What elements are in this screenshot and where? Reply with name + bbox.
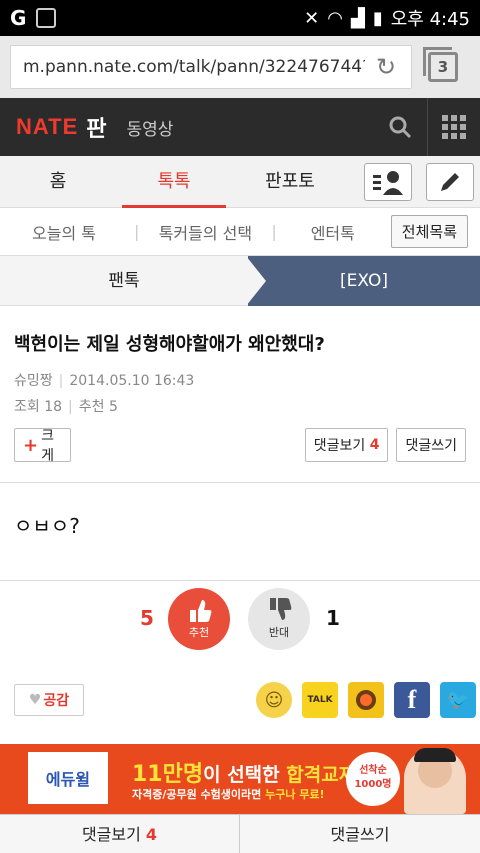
empathy-label: 공감 xyxy=(43,693,70,709)
breadcrumb-arrow xyxy=(246,256,266,306)
recommend-label: 추천 xyxy=(78,399,105,415)
header-search-button[interactable] xyxy=(372,98,428,156)
recommend-count: 5 xyxy=(108,399,118,415)
ad-banner[interactable]: 에듀윌 11만명이 선택한 합격교재! 자격증/공무원 수험생이라면 누구나 무… xyxy=(0,744,480,814)
write-post-button[interactable] xyxy=(426,162,474,201)
separator: | xyxy=(271,222,277,241)
my-page-button[interactable] xyxy=(364,162,412,201)
ad-person-image xyxy=(404,748,466,814)
upvote-count: 5 xyxy=(140,606,154,630)
ad-logo: 에듀윌 xyxy=(28,752,108,804)
plus-icon: + xyxy=(23,434,39,456)
font-bigger-label: 크게 xyxy=(41,428,54,464)
status-left: G xyxy=(10,6,57,30)
url-text[interactable]: m.pann.nate.com/talk/pann/322476744?curr xyxy=(23,57,365,77)
search-icon xyxy=(389,116,411,139)
wifi-icon: ◠ xyxy=(327,7,343,29)
profile-icon xyxy=(373,170,403,195)
bottom-view-comments-label: 댓글보기 xyxy=(81,825,141,844)
clock: 오후 4:45 xyxy=(390,9,470,30)
browser-url-bar: m.pann.nate.com/talk/pann/322476744?curr… xyxy=(0,36,480,98)
divider xyxy=(0,580,480,581)
pann-logo[interactable]: 판 xyxy=(86,111,106,143)
ad-badge-a: 선착순 xyxy=(359,765,387,776)
downvote-button[interactable]: 반대 xyxy=(248,588,310,650)
twitter-share-icon[interactable]: 🐦 xyxy=(440,682,476,718)
carrier-icon: G xyxy=(10,6,27,30)
tab-home[interactable]: 홈 xyxy=(0,156,116,208)
mute-icon: ✕ xyxy=(304,7,320,29)
sub-nav: 오늘의 톡 | 톡커들의 선택 | 엔터톡 전체목록 xyxy=(0,208,480,256)
divider xyxy=(0,482,480,483)
video-link[interactable]: 동영상 xyxy=(127,115,174,140)
write-comment-button[interactable]: 댓글쓰기 xyxy=(396,428,466,462)
breadcrumb: 팬톡 [EXO] xyxy=(0,256,480,306)
post-content: ㅇㅂㅇ? xyxy=(14,514,80,538)
pencil-icon xyxy=(441,172,459,191)
author-name[interactable]: 슈밍짱 xyxy=(14,373,53,389)
post-title: 백현이는 제일 성형해야할애가 왜안했대? xyxy=(14,334,325,355)
bottom-view-comments-button[interactable]: 댓글보기 4 xyxy=(0,815,240,853)
empathy-button[interactable]: ♥ 공감 xyxy=(14,684,84,716)
kakaotalk-label: TALK xyxy=(307,695,333,705)
downvote-count: 1 xyxy=(326,606,340,630)
all-list-button[interactable]: 전체목록 xyxy=(390,215,468,248)
ad-subline-yellow: 누구나 무료! xyxy=(265,788,325,801)
emoticon-share-icon[interactable]: ☺ xyxy=(256,682,292,718)
bottom-bar: 댓글보기 4 댓글쓰기 xyxy=(0,814,480,853)
post-meta-stats: 조회 18 | 추천 5 xyxy=(14,399,118,415)
nate-logo[interactable]: NATE xyxy=(16,114,78,140)
post-date: 2014.05.10 16:43 xyxy=(69,373,195,389)
upvote-button[interactable]: 추천 xyxy=(168,588,230,650)
reload-icon[interactable]: ↻ xyxy=(373,54,399,80)
ad-headline: 11만명이 선택한 합격교재! xyxy=(132,756,365,788)
share-icons: ☺ TALK f 🐦 xyxy=(256,682,476,718)
ad-subline: 자격증/공무원 수험생이라면 누구나 무료! xyxy=(132,786,325,802)
grid-icon xyxy=(442,115,466,139)
tabs-icon[interactable]: 3 xyxy=(423,47,458,82)
sub-nav-talkers-choice[interactable]: 톡커들의 선택 xyxy=(145,220,265,244)
breadcrumb-exo[interactable]: [EXO] xyxy=(248,256,480,306)
upvote-label: 추천 xyxy=(188,626,210,639)
thumbs-up-icon xyxy=(190,600,212,622)
downvote-label: 반대 xyxy=(268,626,290,639)
heart-icon: ♥ xyxy=(28,692,42,708)
view-comments-button[interactable]: 댓글보기 4 xyxy=(304,428,389,462)
kakaotalk-share-icon[interactable]: TALK xyxy=(302,682,338,718)
header-menu-button[interactable] xyxy=(428,98,480,156)
tab-pannphoto[interactable]: 판포토 xyxy=(232,156,348,208)
signal-icon: ▟ xyxy=(350,7,365,29)
site-header: NATE 판 동영상 xyxy=(0,98,480,156)
kakaostory-share-icon[interactable] xyxy=(348,682,384,718)
bottom-comments-count: 4 xyxy=(145,825,158,844)
thumbs-down-icon xyxy=(270,598,292,620)
font-bigger-button[interactable]: + 크게 xyxy=(14,428,71,464)
ad-headline-mid: 이 선택한 xyxy=(203,764,287,786)
separator: | xyxy=(134,222,140,241)
bottom-write-comment-button[interactable]: 댓글쓰기 xyxy=(240,815,480,853)
post-meta-author: 슈밍짱 | 2014.05.10 16:43 xyxy=(14,373,195,389)
sub-nav-today[interactable]: 오늘의 톡 xyxy=(0,220,128,244)
status-right: ✕ ◠ ▟ ▮ 오후 4:45 xyxy=(304,5,470,31)
views-count: 18 xyxy=(44,399,63,415)
battery-icon: ▮ xyxy=(372,7,383,29)
post-actions: + 크게 댓글보기 4 댓글쓰기 xyxy=(14,428,466,464)
ad-badge: 선착순 1000명 xyxy=(346,752,400,806)
ad-badge-b: 1000명 xyxy=(354,779,392,790)
tab-toktok[interactable]: 톡톡 xyxy=(116,156,232,208)
views-label: 조회 xyxy=(14,399,40,415)
main-nav: 홈 톡톡 판포토 xyxy=(0,156,480,208)
ad-subline-a: 자격증/공무원 수험생이라면 xyxy=(132,788,266,801)
view-comments-label: 댓글보기 xyxy=(313,438,366,454)
sub-nav-entertalk[interactable]: 엔터톡 xyxy=(283,220,383,244)
status-bar: G ✕ ◠ ▟ ▮ 오후 4:45 xyxy=(0,0,480,36)
comments-count: 4 xyxy=(369,437,380,453)
url-field[interactable]: m.pann.nate.com/talk/pann/322476744?curr… xyxy=(10,45,412,89)
facebook-share-icon[interactable]: f xyxy=(394,682,430,718)
ad-highlight: 11만명 xyxy=(132,762,204,787)
gallery-icon xyxy=(36,8,57,28)
breadcrumb-fantalk[interactable]: 팬톡 xyxy=(0,256,248,306)
